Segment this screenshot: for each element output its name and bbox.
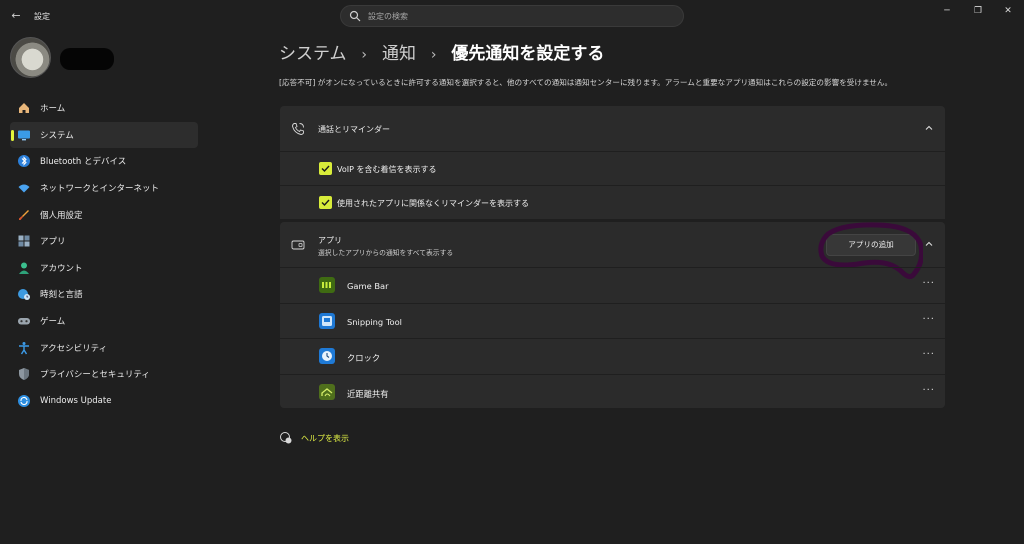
close-icon: ✕ bbox=[1004, 6, 1012, 16]
sidebar-item-label: ゲーム bbox=[40, 317, 66, 328]
more-options-icon[interactable]: ··· bbox=[922, 385, 935, 396]
breadcrumb-system[interactable]: システム bbox=[279, 44, 347, 64]
app-label: Snipping Tool bbox=[347, 316, 402, 327]
chevron-up-icon[interactable] bbox=[924, 123, 934, 133]
apps-icon bbox=[16, 233, 32, 249]
option-reminders: 使用されたアプリに関係なくリマインダーを表示する bbox=[280, 185, 945, 219]
clock-icon bbox=[319, 348, 335, 364]
sidebar-item-accounts[interactable]: アカウント bbox=[10, 255, 198, 282]
calls-reminders-title: 通話とリマインダー bbox=[318, 125, 390, 134]
shield-icon bbox=[16, 366, 32, 382]
checkmark-icon bbox=[321, 199, 330, 207]
app-label: 近距離共有 bbox=[347, 388, 389, 399]
monitor-icon bbox=[16, 127, 32, 143]
app-row-nearby-share: 近距離共有 ··· bbox=[280, 373, 945, 410]
close-button[interactable]: ✕ bbox=[993, 4, 1023, 18]
voip-label: VoIP を含む着信を表示する bbox=[337, 165, 437, 174]
accessibility-icon bbox=[16, 340, 32, 356]
sidebar-item-label: システム bbox=[40, 130, 74, 141]
app-label: Game Bar bbox=[347, 281, 389, 291]
sidebar-item-label: ネットワークとインターネット bbox=[40, 184, 160, 195]
sidebar-item-label: アプリ bbox=[40, 237, 66, 248]
settings-window: ← 設定 設定の検索 ─ ❐ ✕ ホーム システム Bluetooth とデバイ… bbox=[0, 0, 1024, 544]
app-title: 設定 bbox=[34, 12, 50, 21]
sidebar-item-time-language[interactable]: 時刻と言語 bbox=[10, 281, 198, 308]
reminders-checkbox[interactable] bbox=[319, 196, 332, 209]
minimize-icon: ─ bbox=[944, 6, 950, 16]
reminders-label: 使用されたアプリに関係なくリマインダーを表示する bbox=[337, 199, 529, 208]
calls-reminders-card: 通話とリマインダー VoIP を含む着信を表示する 使用されたアプリに関係なくリ… bbox=[280, 106, 945, 219]
sidebar-item-label: Windows Update bbox=[40, 395, 112, 406]
avatar bbox=[10, 37, 51, 78]
sidebar-item-privacy[interactable]: プライバシーとセキュリティ bbox=[10, 361, 198, 388]
restore-icon: ❐ bbox=[973, 6, 983, 16]
get-help-link[interactable]: ヘルプを表示 bbox=[279, 431, 349, 445]
sidebar-item-bluetooth[interactable]: Bluetooth とデバイス bbox=[10, 148, 198, 175]
redacted-user-name bbox=[60, 48, 114, 70]
title-bar: ← 設定 設定の検索 ─ ❐ ✕ bbox=[0, 0, 1024, 32]
minimize-button[interactable]: ─ bbox=[932, 4, 962, 18]
wifi-icon bbox=[16, 180, 32, 196]
sidebar-item-gaming[interactable]: ゲーム bbox=[10, 308, 198, 335]
search-placeholder: 設定の検索 bbox=[368, 12, 408, 21]
sidebar-nav: ホーム システム Bluetooth とデバイス ネットワークとインターネット … bbox=[10, 95, 198, 414]
sidebar-item-label: アカウント bbox=[40, 263, 83, 274]
chevron-up-icon[interactable] bbox=[924, 239, 934, 249]
back-arrow-icon: ← bbox=[11, 9, 21, 22]
sidebar-item-network[interactable]: ネットワークとインターネット bbox=[10, 175, 198, 202]
page-description: [応答不可] がオンになっているときに許可する通知を選択すると、他のすべての通知… bbox=[279, 78, 893, 87]
search-icon bbox=[349, 10, 361, 22]
search-box[interactable]: 設定の検索 bbox=[340, 5, 684, 27]
breadcrumb: システム › 通知 › 優先通知を設定する bbox=[279, 39, 604, 64]
sidebar-item-label: アクセシビリティ bbox=[40, 343, 108, 354]
brush-icon bbox=[16, 207, 32, 223]
maximize-button[interactable]: ❐ bbox=[963, 4, 993, 18]
breadcrumb-separator: › bbox=[361, 47, 368, 63]
help-chat-icon bbox=[280, 432, 292, 444]
update-icon bbox=[16, 393, 32, 409]
bluetooth-icon bbox=[16, 153, 32, 169]
sidebar-item-apps[interactable]: アプリ bbox=[10, 228, 198, 255]
snipping-tool-icon bbox=[319, 312, 335, 329]
app-label: クロック bbox=[347, 353, 381, 363]
sidebar-item-label: ホーム bbox=[40, 104, 66, 115]
checkmark-icon bbox=[321, 165, 330, 173]
option-voip-calls: VoIP を含む着信を表示する bbox=[280, 151, 945, 185]
controller-icon bbox=[16, 313, 32, 329]
app-window-icon bbox=[291, 240, 305, 250]
game-bar-icon bbox=[319, 277, 335, 293]
apps-subtitle: 選択したアプリからの通知をすべて表示する bbox=[318, 249, 454, 257]
home-icon bbox=[16, 100, 32, 116]
sidebar-item-label: 時刻と言語 bbox=[40, 290, 83, 301]
breadcrumb-separator: › bbox=[430, 47, 437, 63]
back-button[interactable]: ← bbox=[8, 9, 24, 23]
sidebar-item-windows-update[interactable]: Windows Update bbox=[10, 388, 198, 415]
calls-reminders-header[interactable]: 通話とリマインダー bbox=[280, 106, 945, 151]
sidebar-item-personalization[interactable]: 個人用設定 bbox=[10, 201, 198, 228]
more-options-icon[interactable]: ··· bbox=[922, 314, 935, 325]
person-icon bbox=[16, 260, 32, 276]
sidebar-item-label: Bluetooth とデバイス bbox=[40, 157, 127, 168]
help-label: ヘルプを表示 bbox=[301, 433, 349, 443]
phone-icon bbox=[292, 123, 304, 135]
app-row-clock: クロック ··· bbox=[280, 338, 945, 374]
sidebar-item-label: プライバシーとセキュリティ bbox=[40, 370, 150, 381]
apps-header[interactable]: アプリ 選択したアプリからの通知をすべて表示する アプリの追加 bbox=[280, 222, 945, 280]
more-options-icon[interactable]: ··· bbox=[922, 278, 935, 289]
app-row-snipping-tool: Snipping Tool ··· bbox=[280, 302, 945, 339]
sidebar-item-home[interactable]: ホーム bbox=[10, 95, 198, 122]
sidebar-item-system[interactable]: システム bbox=[10, 121, 198, 149]
globe-clock-icon bbox=[16, 286, 32, 302]
page-title: 優先通知を設定する bbox=[451, 44, 605, 64]
breadcrumb-notifications[interactable]: 通知 bbox=[382, 44, 416, 64]
voip-checkbox[interactable] bbox=[319, 162, 332, 175]
apps-title: アプリ bbox=[318, 236, 342, 245]
app-row-game-bar: Game Bar ··· bbox=[280, 267, 945, 303]
more-options-icon[interactable]: ··· bbox=[922, 349, 935, 360]
sidebar-item-accessibility[interactable]: アクセシビリティ bbox=[10, 334, 198, 361]
nearby-share-icon bbox=[319, 383, 335, 400]
apps-card: アプリ 選択したアプリからの通知をすべて表示する アプリの追加 Game Bar… bbox=[280, 222, 945, 408]
sidebar-item-label: 個人用設定 bbox=[40, 210, 83, 221]
